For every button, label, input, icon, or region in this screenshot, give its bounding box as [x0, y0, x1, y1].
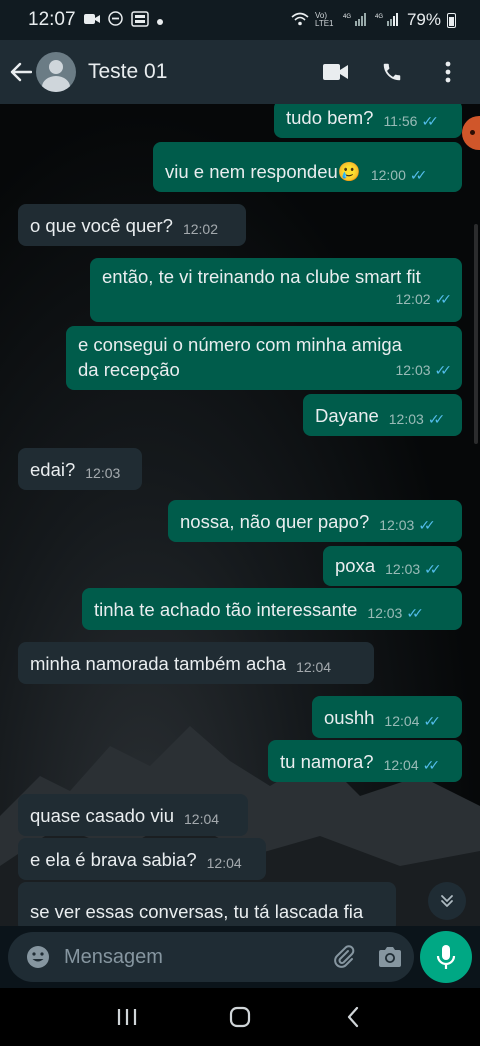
message-time: 11:56: [383, 113, 418, 129]
contact-name[interactable]: Teste 01: [88, 60, 167, 84]
avatar[interactable]: [36, 52, 76, 92]
message-bubble-incoming[interactable]: minha namorada também acha 12:04: [18, 642, 374, 684]
emoji-icon[interactable]: [24, 943, 52, 971]
read-ticks-icon: ✓✓: [427, 411, 446, 427]
message-text: oushh: [324, 707, 375, 728]
battery-percent: 79%: [406, 10, 441, 29]
video-icon: [83, 12, 100, 28]
message-time: 12:03: [388, 411, 424, 427]
message-text: viu e nem respondeu🥲: [165, 161, 361, 182]
message-time: 12:04: [206, 855, 242, 871]
message-input-container[interactable]: [8, 932, 414, 982]
message-bubble-incoming[interactable]: quase casado viu 12:04: [18, 794, 248, 836]
message-time: 12:03: [85, 465, 121, 481]
message-bubble-outgoing[interactable]: tu namora? 12:04 ✓✓: [268, 740, 462, 782]
system-nav-bar: [0, 988, 480, 1046]
message-text: minha namorada também acha: [30, 653, 287, 674]
svg-text:4G: 4G: [375, 14, 383, 20]
message-bubble-outgoing[interactable]: viu e nem respondeu🥲 12:00 ✓✓: [153, 142, 462, 192]
message-bubble-outgoing[interactable]: Dayane 12:03 ✓✓: [303, 394, 462, 436]
message-bubble-outgoing[interactable]: e consegui o número com minha amiga da r…: [66, 326, 462, 390]
message-text: e ela é brava sabia?: [30, 849, 197, 870]
message-bubble-incoming[interactable]: se ver essas conversas, tu tá lascada fi…: [18, 882, 396, 926]
message-text: poxa: [335, 555, 376, 576]
more-options-icon[interactable]: [434, 58, 462, 86]
message-text: Dayane: [315, 405, 379, 426]
message-time: 12:03: [385, 561, 421, 577]
notification-dot-icon: [156, 12, 163, 28]
signal-icon: 4G: [343, 12, 369, 29]
message-bubble-incoming[interactable]: edai? 12:03: [18, 448, 142, 490]
read-ticks-icon: ✓✓: [434, 362, 453, 378]
read-ticks-icon: ✓✓: [418, 517, 436, 533]
scroll-to-bottom-button[interactable]: [428, 882, 466, 920]
message-bubble-outgoing[interactable]: tinha te achado tão interessante 12:03 ✓✓: [82, 588, 462, 630]
microphone-icon: [436, 945, 456, 969]
message-text: edai?: [30, 459, 76, 480]
recent-apps-icon[interactable]: [107, 997, 147, 1037]
message-text: nossa, não quer papo?: [180, 511, 370, 532]
attach-clip-icon[interactable]: [330, 943, 358, 971]
message-bubble-incoming[interactable]: e ela é brava sabia? 12:04: [18, 838, 266, 880]
signal-icon-2: 4G: [375, 12, 401, 29]
message-text: tu namora?: [280, 751, 374, 772]
read-ticks-icon: ✓✓: [423, 713, 441, 729]
back-arrow-icon[interactable]: [8, 59, 34, 85]
message-time: 12:03: [379, 517, 415, 533]
message-text: tinha te achado tão interessante: [94, 599, 358, 620]
message-input[interactable]: [64, 945, 330, 969]
back-icon[interactable]: [333, 997, 373, 1037]
battery-icon: [447, 12, 456, 28]
wifi-icon: [291, 12, 309, 29]
microphone-button[interactable]: [420, 931, 472, 983]
message-bubble-outgoing[interactable]: então, te vi treinando na clube smart fi…: [90, 258, 462, 322]
video-call-icon[interactable]: [322, 58, 350, 86]
message-composer: [0, 926, 480, 988]
message-bubble-incoming[interactable]: o que você quer? 12:02: [18, 204, 246, 246]
message-time: 12:03: [367, 605, 403, 621]
network-label: Vo) LTE1: [314, 11, 334, 28]
chat-area[interactable]: tudo bem? 11:56 ✓✓ viu e nem respondeu🥲 1…: [0, 104, 480, 926]
message-time: 12:00: [370, 167, 406, 183]
svg-text:4G: 4G: [343, 14, 351, 20]
scrollbar[interactable]: [474, 224, 478, 444]
read-ticks-icon: ✓✓: [421, 113, 439, 129]
message-time: 12:04: [384, 713, 420, 729]
double-chevron-down-icon: [441, 895, 453, 907]
dnd-icon: [107, 11, 123, 29]
message-text: o que você quer?: [30, 215, 173, 236]
message-time: 12:04: [383, 757, 419, 773]
message-time: 12:02: [182, 221, 219, 237]
message-text: então, te vi treinando na clube smart fi…: [102, 266, 421, 287]
chat-header: Teste 01: [0, 40, 480, 104]
message-text: se ver essas conversas, tu tá lascada fi…: [30, 901, 364, 922]
floating-bubble[interactable]: [462, 116, 480, 150]
message-time: 12:02: [395, 291, 431, 307]
read-ticks-icon: ✓✓: [422, 757, 441, 773]
message-bubble-outgoing[interactable]: poxa 12:03 ✓✓: [323, 546, 462, 586]
read-ticks-icon: ✓✓: [424, 561, 442, 577]
home-icon[interactable]: [220, 997, 260, 1037]
read-ticks-icon: ✓✓: [409, 167, 428, 183]
phone-icon[interactable]: [378, 58, 406, 86]
message-text: quase casado viu: [30, 805, 174, 826]
read-ticks-icon: ✓✓: [434, 291, 453, 307]
message-time: 12:03: [395, 362, 431, 378]
camera-icon[interactable]: [376, 943, 404, 971]
message-time: 12:04: [184, 811, 220, 827]
gallery-icon: [130, 10, 149, 30]
message-time: 12:04: [296, 659, 332, 675]
status-bar: 12:07 Vo) LTE1 4G 4G 79%: [0, 0, 480, 40]
message-bubble-outgoing[interactable]: nossa, não quer papo? 12:03 ✓✓: [168, 500, 462, 542]
read-ticks-icon: ✓✓: [406, 605, 424, 621]
message-text: tudo bem?: [286, 107, 374, 128]
status-time: 12:07: [28, 9, 76, 30]
message-bubble-outgoing[interactable]: tudo bem? 11:56 ✓✓: [274, 104, 462, 138]
message-bubble-outgoing[interactable]: oushh 12:04 ✓✓: [312, 696, 462, 738]
